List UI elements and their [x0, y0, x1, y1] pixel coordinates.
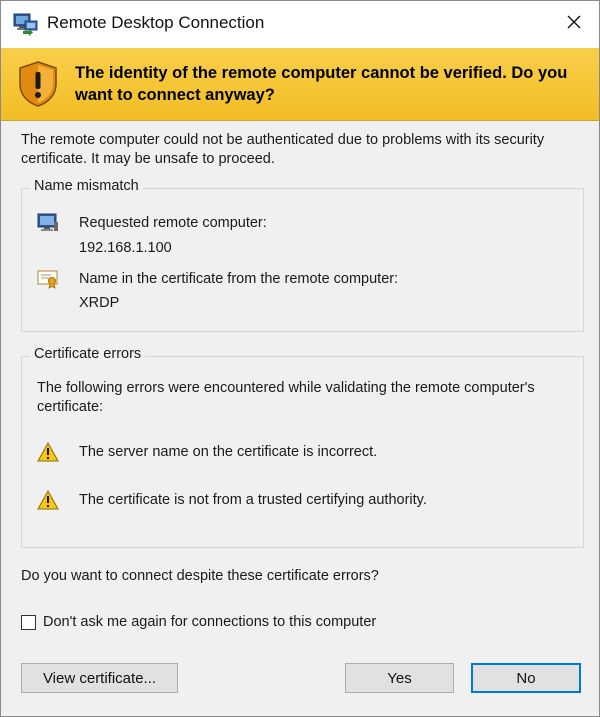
dont-ask-again-option[interactable]: Don't ask me again for connections to th… [21, 612, 376, 632]
title-bar: Remote Desktop Connection [1, 1, 599, 48]
remote-desktop-dialog: Remote Desktop Connection The identity o… [0, 0, 600, 717]
window-title: Remote Desktop Connection [47, 13, 265, 32]
name-mismatch-group: Name mismatch Requested remote computer:… [21, 178, 584, 332]
banner-message: The identity of the remote computer cann… [75, 64, 568, 104]
dont-ask-again-label[interactable]: Don't ask me again for connections to th… [43, 614, 376, 630]
certificate-name-value: XRDP [79, 295, 120, 311]
warning-shield-icon [17, 60, 59, 108]
requested-computer-value: 192.168.1.100 [79, 240, 172, 256]
warning-banner: The identity of the remote computer cann… [1, 48, 599, 121]
warning-icon [37, 489, 59, 515]
certificate-errors-group: Certificate errors The following errors … [21, 346, 584, 548]
intro-text: The remote computer could not be authent… [21, 132, 545, 167]
close-button[interactable] [549, 1, 599, 48]
error-item-untrusted-authority: The certificate is not from a trusted ce… [79, 492, 427, 508]
connect-question: Do you want to connect despite these cer… [21, 568, 379, 584]
computer-icon [37, 213, 59, 238]
warning-icon [37, 441, 59, 467]
certificate-icon [37, 269, 59, 294]
view-certificate-button[interactable]: View certificate... [21, 663, 178, 693]
error-item-server-name: The server name on the certificate is in… [79, 444, 378, 460]
requested-computer-label: Requested remote computer: [79, 215, 267, 231]
name-mismatch-legend: Name mismatch [30, 178, 143, 194]
dont-ask-again-checkbox[interactable] [21, 614, 36, 630]
certificate-errors-legend: Certificate errors [30, 346, 146, 362]
close-icon [566, 14, 582, 35]
certificate-errors-intro: The following errors were encountered wh… [37, 380, 535, 415]
yes-button[interactable]: Yes [345, 663, 454, 693]
remote-desktop-icon [13, 12, 39, 36]
no-button[interactable]: No [471, 663, 581, 693]
certificate-name-label: Name in the certificate from the remote … [79, 271, 399, 287]
